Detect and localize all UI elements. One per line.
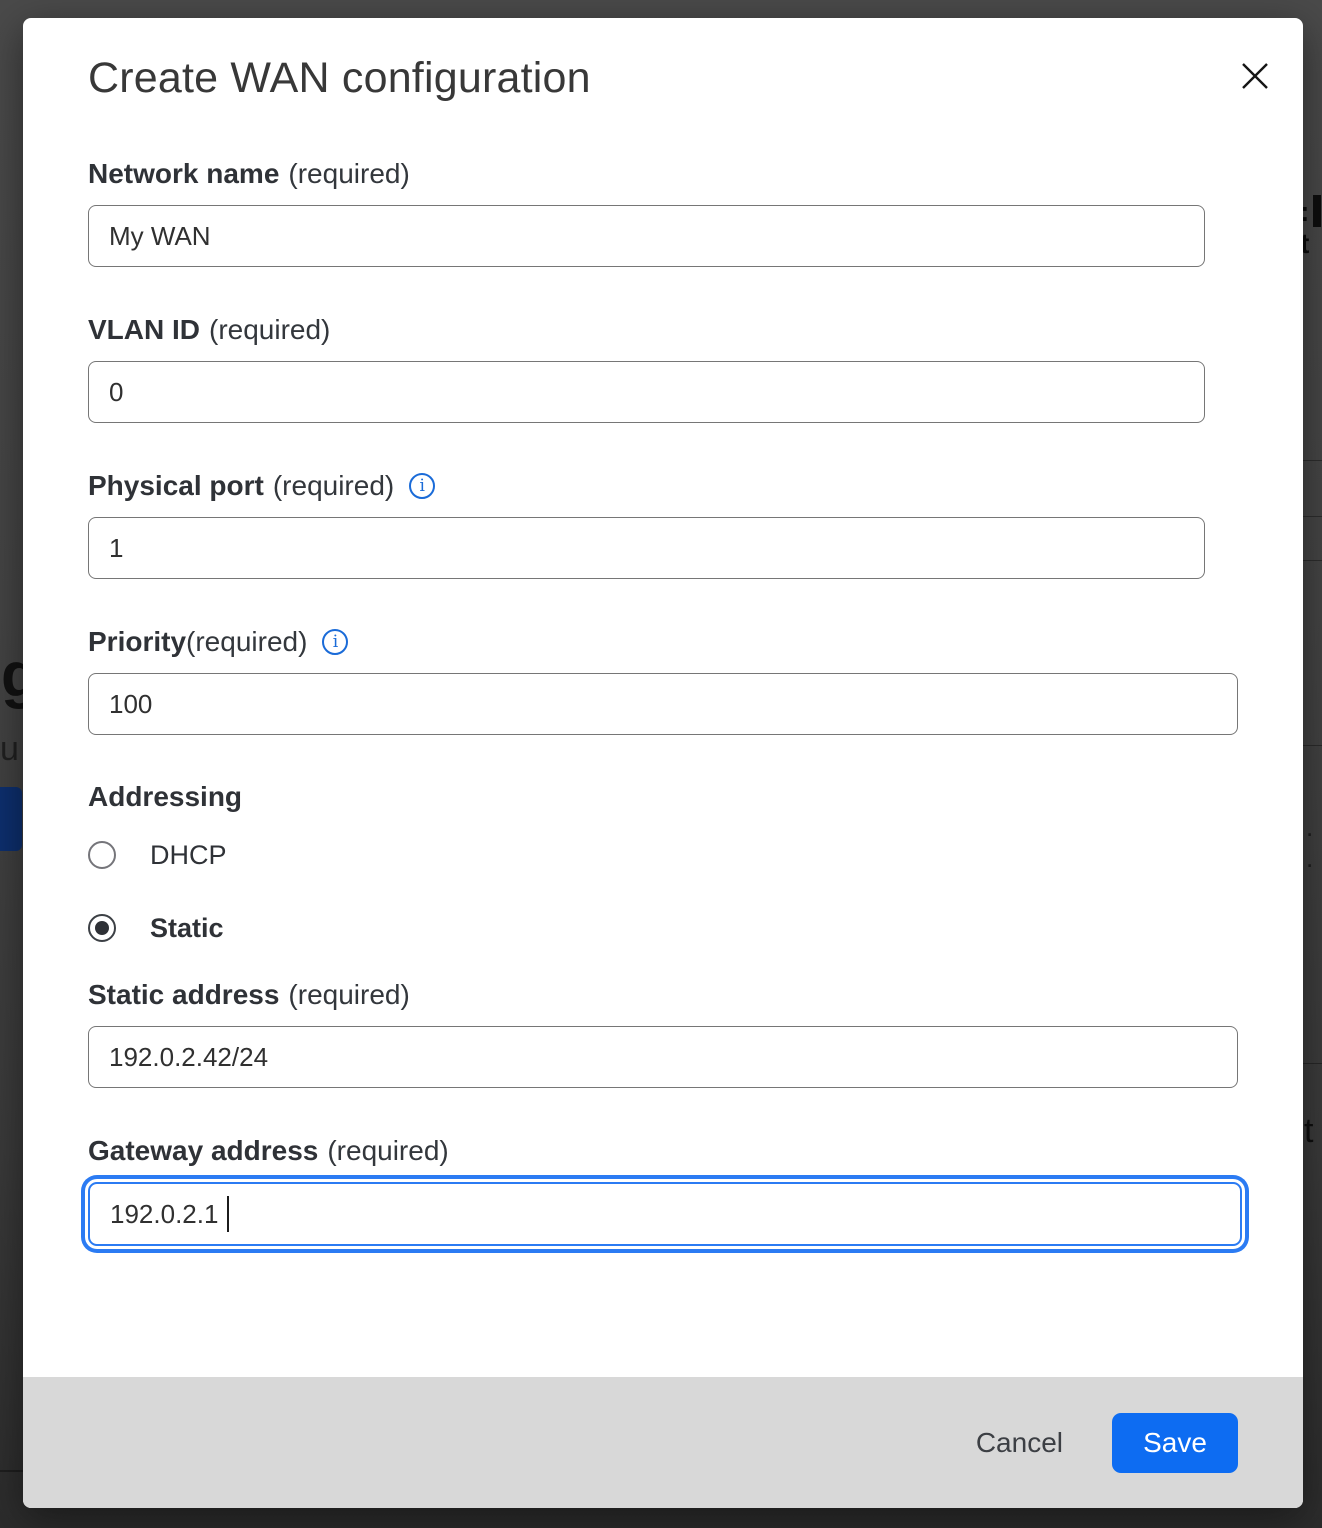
backdrop-divider [1302, 1063, 1322, 1064]
addressing-option-static[interactable]: Static [88, 912, 1238, 944]
required-hint: (required) [209, 313, 330, 347]
backdrop-divider [1302, 745, 1322, 746]
network-name-input[interactable] [88, 205, 1205, 267]
backdrop-text-fragment [1313, 195, 1321, 227]
gateway-address-input[interactable] [88, 1182, 1242, 1246]
vlan-id-input[interactable] [88, 361, 1205, 423]
required-hint: (required) [273, 469, 394, 503]
priority-input[interactable] [88, 673, 1238, 735]
backdrop-divider [0, 1470, 23, 1472]
addressing-option-dhcp[interactable]: DHCP [88, 839, 1238, 871]
create-wan-dialog: Create WAN configuration Network name (r… [23, 18, 1303, 1508]
cancel-button[interactable]: Cancel [976, 1427, 1063, 1459]
priority-label: Priority (required) i [88, 625, 1238, 659]
gateway-address-field [88, 1182, 1242, 1246]
gateway-address-label: Gateway address (required) [88, 1134, 1238, 1168]
info-icon[interactable]: i [409, 473, 435, 499]
info-icon[interactable]: i [322, 629, 348, 655]
save-button[interactable]: Save [1112, 1413, 1238, 1473]
vlan-id-label: VLAN ID (required) [88, 313, 1238, 347]
addressing-heading: Addressing [88, 780, 1238, 814]
text-caret [227, 1196, 229, 1232]
physical-port-input[interactable] [88, 517, 1205, 579]
close-button[interactable] [1233, 54, 1277, 98]
network-name-label: Network name (required) [88, 157, 1238, 191]
backdrop-divider [1302, 460, 1322, 461]
static-address-label: Static address (required) [88, 978, 1238, 1012]
backdrop-divider [1302, 560, 1322, 561]
radio-unselected-icon[interactable] [88, 841, 116, 869]
physical-port-label: Physical port (required) i [88, 469, 1238, 503]
backdrop-button-fragment [0, 787, 22, 851]
radio-label[interactable]: Static [150, 913, 224, 944]
static-address-input[interactable] [88, 1026, 1238, 1088]
radio-selected-icon[interactable] [88, 914, 116, 942]
dialog-title: Create WAN configuration [88, 54, 1238, 103]
required-hint: (required) [288, 978, 409, 1012]
close-icon [1240, 61, 1270, 91]
required-hint: (required) [288, 157, 409, 191]
backdrop-text-fragment: t [1304, 1112, 1313, 1151]
radio-label[interactable]: DHCP [150, 840, 227, 871]
backdrop-text-fragment: u [0, 730, 19, 769]
dialog-footer: Cancel Save [23, 1377, 1303, 1508]
required-hint: (required) [327, 1134, 448, 1168]
required-hint: (required) [186, 625, 307, 659]
backdrop-divider [1302, 516, 1322, 517]
backdrop-text-fragment: . . [1306, 812, 1322, 874]
